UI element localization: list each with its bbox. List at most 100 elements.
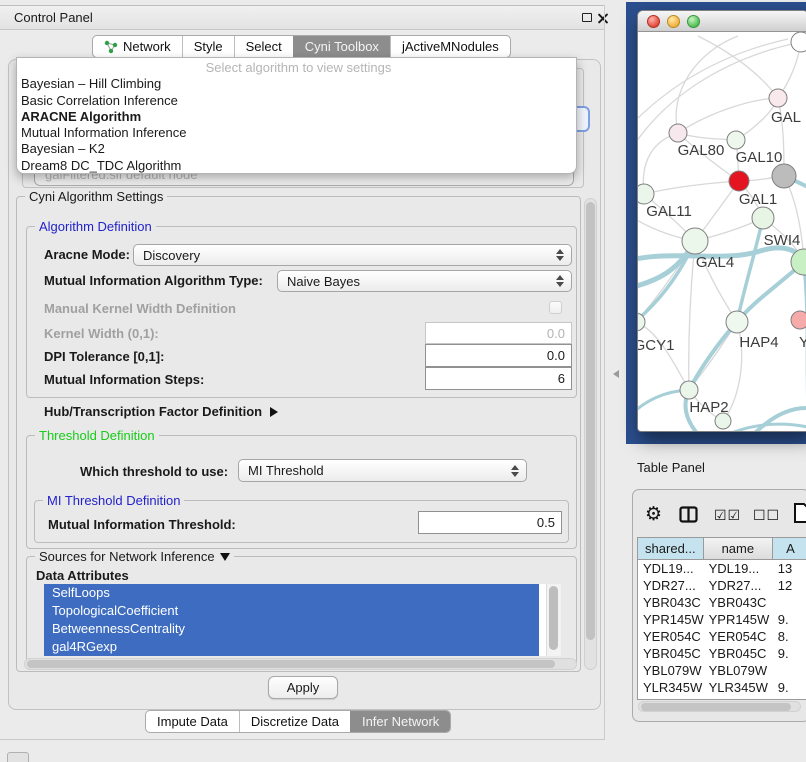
table-cell: YBR043C (704, 595, 773, 610)
splitter-collapse-icon[interactable] (613, 370, 619, 378)
hub-definition-expander[interactable]: Hub/Transcription Factor Definition (44, 404, 278, 419)
table-row[interactable]: YIL052CYIL052C9. (638, 696, 806, 700)
network-node[interactable] (769, 89, 787, 107)
network-node[interactable] (638, 184, 654, 204)
manual-kernel-checkbox[interactable] (549, 301, 562, 314)
network-node[interactable] (680, 381, 698, 399)
algorithm-option-mutual-information-inference[interactable]: Mutual Information Inference (17, 125, 576, 141)
collapsed-panel-button[interactable] (7, 752, 29, 762)
attribute-item-betweennesscentrality[interactable]: BetweennessCentrality (44, 620, 539, 638)
zoom-traffic-icon[interactable] (687, 15, 700, 28)
mi-threshold-field[interactable]: 0.5 (418, 511, 562, 534)
data-attributes-list[interactable]: SelfLoopsTopologicalCoefficientBetweenne… (44, 584, 561, 656)
network-node[interactable] (669, 124, 687, 142)
network-edge (644, 181, 739, 194)
network-node-label: GAL4 (696, 254, 734, 271)
network-node[interactable] (682, 228, 708, 254)
network-canvas[interactable]: GALGAL80GAL10GAL1GAL11SWI4GAL4GCY1HAP4YH… (638, 32, 806, 432)
network-node[interactable] (726, 311, 748, 333)
tab-cyni-toolbox[interactable]: Cyni Toolbox (293, 36, 390, 57)
mi-steps-label: Mutual Information Steps: (44, 372, 204, 387)
mi-threshold-group-title: MI Threshold Definition (43, 493, 184, 508)
hub-definition-label: Hub/Transcription Factor Definition (44, 404, 262, 419)
table-cell: 9. (773, 612, 806, 627)
tab-network-label: Network (123, 39, 171, 54)
attribute-item-selfloops[interactable]: SelfLoops (44, 584, 539, 602)
table-cell: 12 (773, 578, 806, 593)
table-cell: YIL052C (704, 697, 773, 700)
column-header-shared-[interactable]: shared... (638, 538, 704, 559)
network-node-label: GAL1 (739, 191, 777, 208)
tab-style[interactable]: Style (182, 36, 234, 57)
select-all-checked-icon[interactable]: ☑☑ (714, 508, 741, 524)
settings-gear-icon[interactable]: ⚙ (645, 503, 662, 525)
table-cell: YBL079W (704, 663, 773, 678)
table-row[interactable]: YBR043CYBR043C (638, 594, 806, 611)
apply-button[interactable]: Apply (268, 676, 338, 699)
table-row[interactable]: YLR345WYLR345W9. (638, 679, 806, 696)
minimize-traffic-icon[interactable] (667, 15, 680, 28)
algorithm-option-basic-correlation-inference[interactable]: Basic Correlation Inference (17, 93, 576, 109)
tab-infer-network[interactable]: Infer Network (350, 711, 450, 732)
network-node[interactable] (752, 207, 774, 229)
algorithm-prompt: Select algorithm to view settings (17, 60, 576, 76)
tab-select[interactable]: Select (234, 36, 293, 57)
algorithm-option-bayesian-hill-climbing[interactable]: Bayesian – Hill Climbing (17, 76, 576, 92)
table-row[interactable]: YBR045CYBR045C9. (638, 645, 806, 662)
network-node[interactable] (729, 171, 749, 191)
network-icon (104, 40, 118, 54)
attribute-item-gal4rgexp[interactable]: gal4RGexp (44, 638, 539, 656)
collapse-down-icon (220, 553, 230, 561)
node-table[interactable]: shared...nameA YDL19...YDL19...13YDR27..… (637, 537, 806, 700)
select-none-unchecked-icon[interactable]: ☐☐ (753, 508, 780, 524)
network-node[interactable] (791, 32, 806, 52)
mi-steps-field[interactable]: 6 (425, 367, 572, 390)
table-row[interactable]: YPR145WYPR145W9. (638, 611, 806, 628)
attribute-item-topologicalcoefficient[interactable]: TopologicalCoefficient (44, 602, 539, 620)
new-table-icon[interactable] (793, 502, 806, 524)
network-node[interactable] (791, 311, 806, 329)
tab-cyni-toolbox-label: Cyni Toolbox (305, 39, 379, 54)
aracne-mode-combo[interactable]: Discovery (133, 244, 572, 266)
mi-type-combo[interactable]: Naive Bayes (277, 270, 572, 292)
network-window-titlebar[interactable] (638, 11, 806, 32)
network-edge (676, 36, 738, 133)
tab-network[interactable]: Network (93, 36, 182, 57)
kernel-width-field[interactable]: 0.0 (425, 322, 572, 344)
network-node[interactable] (772, 164, 796, 188)
algorithm-option-dream8-dc-tdc-algorithm[interactable]: Dream8 DC_TDC Algorithm (17, 158, 576, 174)
table-cell: YBL079W (638, 663, 704, 678)
network-node-label: Y (799, 334, 806, 351)
algorithm-option-bayesian-k2[interactable]: Bayesian – K2 (17, 141, 576, 157)
close-traffic-icon[interactable] (647, 15, 660, 28)
aracne-mode-label: Aracne Mode: (44, 247, 130, 262)
mi-threshold-label: Mutual Information Threshold: (48, 517, 236, 532)
table-panel-title: Table Panel (637, 460, 705, 475)
tab-discretize-data[interactable]: Discretize Data (239, 711, 350, 732)
network-node[interactable] (727, 131, 745, 149)
network-node-label: GCY1 (638, 337, 674, 354)
network-node-label: GAL (771, 109, 801, 126)
column-header-a[interactable]: A (773, 538, 806, 559)
close-icon[interactable] (597, 12, 609, 24)
dpi-tolerance-field[interactable]: 0.0 (425, 344, 572, 367)
table-row[interactable]: YER054CYER054C8. (638, 628, 806, 645)
sources-group-title[interactable]: Sources for Network Inference (35, 549, 234, 564)
table-horizontal-scrollbar[interactable] (638, 701, 801, 712)
algorithm-option-aracne-algorithm[interactable]: ARACNE Algorithm (17, 109, 576, 125)
settings-horizontal-scrollbar[interactable] (24, 658, 577, 670)
table-row[interactable]: YBL079WYBL079W (638, 662, 806, 679)
network-view-window[interactable]: GALGAL80GAL10GAL1GAL11SWI4GAL4GCY1HAP4YH… (637, 10, 806, 432)
table-row[interactable]: YDL19...YDL19...13 (638, 560, 806, 577)
settings-vertical-scrollbar[interactable] (584, 198, 597, 670)
tab-impute-data[interactable]: Impute Data (146, 711, 239, 732)
split-view-icon[interactable] (679, 506, 698, 523)
column-header-name[interactable]: name (704, 538, 773, 559)
float-icon[interactable] (582, 13, 592, 22)
tab-jactivemnodules[interactable]: jActiveMNodules (390, 36, 510, 57)
control-panel-titlebar: Control Panel (0, 5, 605, 30)
algorithm-definition-title: Algorithm Definition (35, 219, 156, 234)
table-row[interactable]: YDR27...YDR27...12 (638, 577, 806, 594)
attributes-scrollbar[interactable] (546, 584, 561, 656)
which-threshold-combo[interactable]: MI Threshold (238, 459, 527, 482)
